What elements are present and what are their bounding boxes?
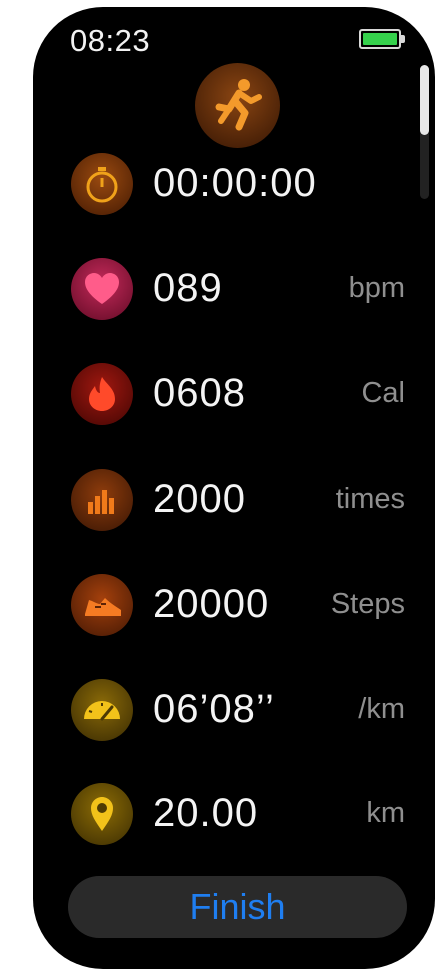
calories-unit: Cal	[361, 377, 405, 409]
heart-rate-value: 089	[153, 266, 223, 310]
battery-cap	[401, 35, 405, 43]
steps-unit: Steps	[330, 588, 405, 620]
duration-value: 00:00:00	[153, 161, 317, 205]
metric-row-cadence: 2000 times	[33, 469, 435, 533]
metric-row-steps: 20000 Steps	[33, 574, 435, 638]
pace-value: 06’08’’	[153, 687, 275, 731]
metric-row-pace: 06’08’’ /km	[33, 679, 435, 743]
finish-button[interactable]: Finish	[68, 876, 407, 938]
battery-icon	[359, 29, 401, 49]
steps-value: 20000	[153, 582, 270, 626]
stopwatch-icon	[71, 153, 133, 215]
distance-value: 20.00	[153, 791, 259, 835]
metric-row-duration: 00:00:00	[33, 153, 435, 217]
heart-icon	[71, 258, 133, 320]
cadence-unit: times	[335, 483, 405, 515]
metric-row-heart-rate: 089 bpm	[33, 258, 435, 322]
flame-icon	[71, 363, 133, 425]
pace-unit: /km	[358, 693, 405, 725]
distance-unit: km	[366, 797, 405, 829]
location-pin-icon	[71, 783, 133, 845]
status-time: 08:23	[70, 23, 151, 58]
watch-screen: 08:23 00:00:00 089 bpm 0608 Cal 2000 tim…	[33, 7, 435, 969]
metric-row-calories: 0608 Cal	[33, 363, 435, 427]
shoe-icon	[71, 574, 133, 636]
speedometer-icon	[71, 679, 133, 741]
running-icon	[195, 63, 280, 148]
calories-value: 0608	[153, 371, 246, 415]
heart-rate-unit: bpm	[348, 272, 405, 304]
metric-row-distance: 20.00 km	[33, 783, 435, 847]
scroll-thumb[interactable]	[420, 65, 429, 135]
cadence-value: 2000	[153, 477, 246, 521]
bar-chart-icon	[71, 469, 133, 531]
